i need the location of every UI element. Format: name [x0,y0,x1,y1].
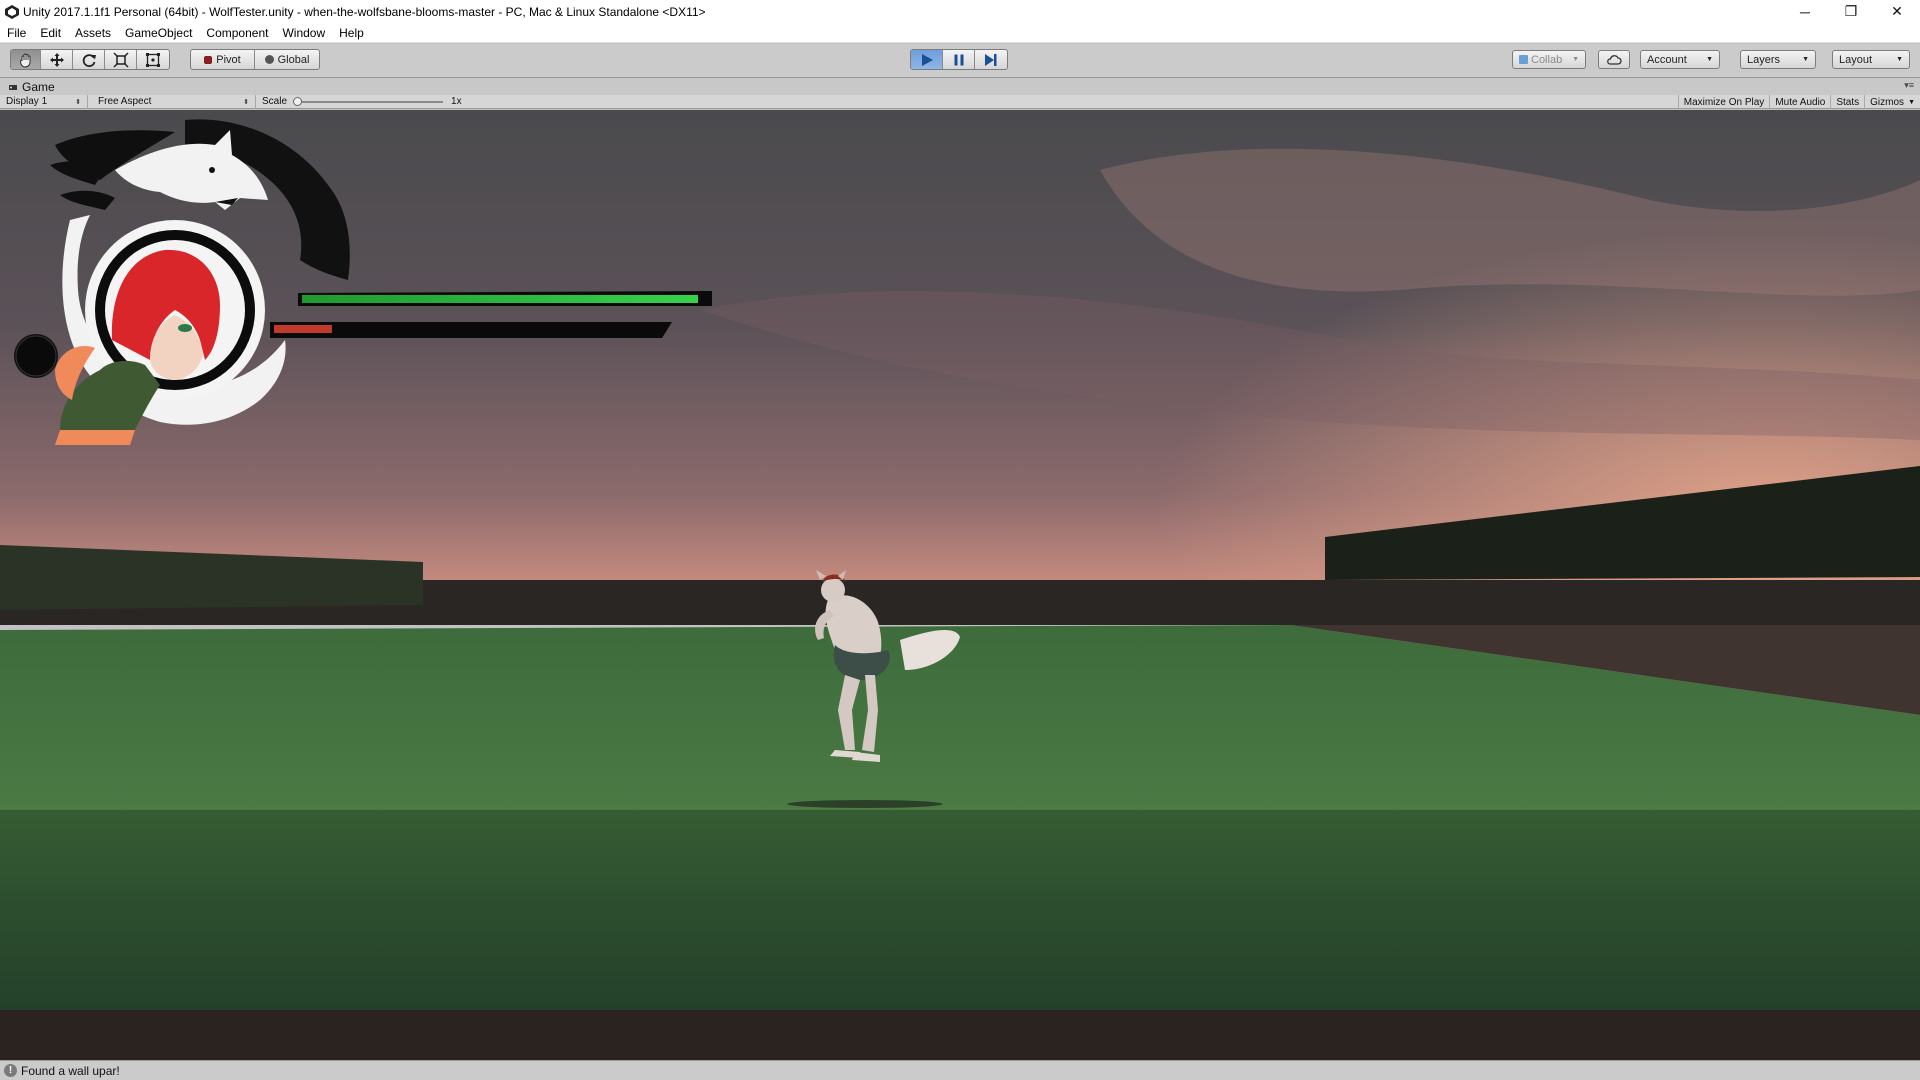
layout-label: Layout [1839,53,1873,66]
step-icon [985,53,997,66]
menu-window[interactable]: Window [275,23,332,43]
globe-icon [264,55,274,64]
window-title: Unity 2017.1.1f1 Personal (64bit) - Wolf… [23,4,706,19]
main-toolbar: Pivot Global Collab ▼ Account ▼ Layers ▼… [0,44,1920,78]
close-button[interactable]: ✕ [1874,0,1920,23]
pivot-label: Pivot [216,53,241,66]
pause-button[interactable] [943,50,975,69]
menu-assets[interactable]: Assets [68,23,118,43]
scale-value: 1x [451,96,462,107]
grass-foreground [0,810,1920,1010]
pivot-toggle[interactable]: Pivot [191,50,255,69]
tab-menu-icon[interactable]: ▾≡ [1904,80,1914,91]
info-icon: ! [4,1064,17,1077]
global-toggle[interactable]: Global [255,50,319,69]
unity-logo-icon [5,4,19,19]
collab-dropdown[interactable]: Collab ▼ [1512,50,1586,69]
menu-gameobject[interactable]: GameObject [118,23,199,43]
health-bar-fill [302,295,698,303]
gizmos-dropdown[interactable]: Gizmos ▼ [1864,95,1920,109]
rect-tool-icon [146,52,160,67]
cloud-button[interactable] [1598,50,1630,69]
hand-tool-button[interactable] [11,50,41,69]
maximize-on-play-toggle[interactable]: Maximize On Play [1677,95,1770,109]
updown-arrows-icon: ⬍ [243,98,249,106]
menu-help[interactable]: Help [332,23,371,43]
aspect-dropdown[interactable]: Free Aspect ⬍ [92,94,256,109]
game-view[interactable] [0,110,1920,1060]
minimize-button[interactable]: ─ [1782,0,1828,23]
scale-slider-thumb[interactable] [293,96,303,106]
layers-label: Layers [1747,53,1781,66]
transform-tools [10,49,170,70]
move-tool-button[interactable] [41,50,73,69]
title-bar: Unity 2017.1.1f1 Personal (64bit) - Wolf… [0,0,1920,23]
aspect-label: Free Aspect [98,96,152,107]
rotate-icon [82,53,96,67]
pause-icon [954,54,963,65]
handle-toggles: Pivot Global [190,49,320,70]
status-bar: ! Found a wall upar! [0,1060,1920,1080]
game-controller-icon [9,84,17,90]
collab-icon [1519,55,1528,64]
gizmos-label: Gizmos [1870,96,1905,108]
step-button[interactable] [975,50,1007,69]
stamina-bar-fill [274,325,332,333]
menu-file[interactable]: File [0,23,33,43]
stats-toggle[interactable]: Stats [1830,95,1864,109]
chevron-down-icon: ▼ [1706,56,1713,63]
game-scene [0,110,1920,1060]
dirt-foreground [0,1010,1920,1060]
pivot-icon [204,55,213,64]
global-label: Global [277,53,310,66]
scale-control: Scale 1x [256,95,462,109]
hand-icon [19,53,30,67]
layers-dropdown[interactable]: Layers ▼ [1740,50,1816,69]
account-label: Account [1647,53,1687,66]
status-message[interactable]: Found a wall upar! [21,1064,120,1078]
restore-button[interactable]: ❐ [1828,0,1874,23]
cloud-icon [1607,54,1622,65]
mute-audio-toggle[interactable]: Mute Audio [1769,95,1830,109]
game-tab-label: Game [22,79,55,94]
display-dropdown[interactable]: Display 1 ⬍ [0,94,88,109]
game-tab[interactable]: Game [0,80,55,94]
chevron-down-icon: ▼ [1572,56,1579,63]
updown-arrows-icon: ⬍ [75,98,81,106]
scale-label: Scale [262,96,288,107]
scale-icon [112,51,129,68]
collab-label: Collab [1531,53,1563,66]
play-button[interactable] [911,50,943,69]
game-tab-bar: Game ▾≡ [0,78,1920,95]
scale-tool-button[interactable] [105,50,137,69]
game-view-controls: Display 1 ⬍ Free Aspect ⬍ Scale 1x Maxim… [0,94,1920,109]
chevron-down-icon: ▼ [1908,98,1915,106]
account-dropdown[interactable]: Account ▼ [1640,50,1720,69]
play-icon [921,53,933,66]
rect-tool-button[interactable] [137,50,169,69]
layout-dropdown[interactable]: Layout ▼ [1832,50,1910,69]
menu-bar: File Edit Assets GameObject Component Wi… [0,23,1920,43]
display-label: Display 1 [6,96,48,107]
move-icon [49,52,64,67]
chevron-down-icon: ▼ [1802,56,1809,63]
chevron-down-icon: ▼ [1896,56,1903,63]
scale-slider[interactable] [293,95,444,109]
menu-edit[interactable]: Edit [33,23,68,43]
playback-controls [910,49,1008,70]
rotate-tool-button[interactable] [73,50,105,69]
menu-component[interactable]: Component [199,23,275,43]
